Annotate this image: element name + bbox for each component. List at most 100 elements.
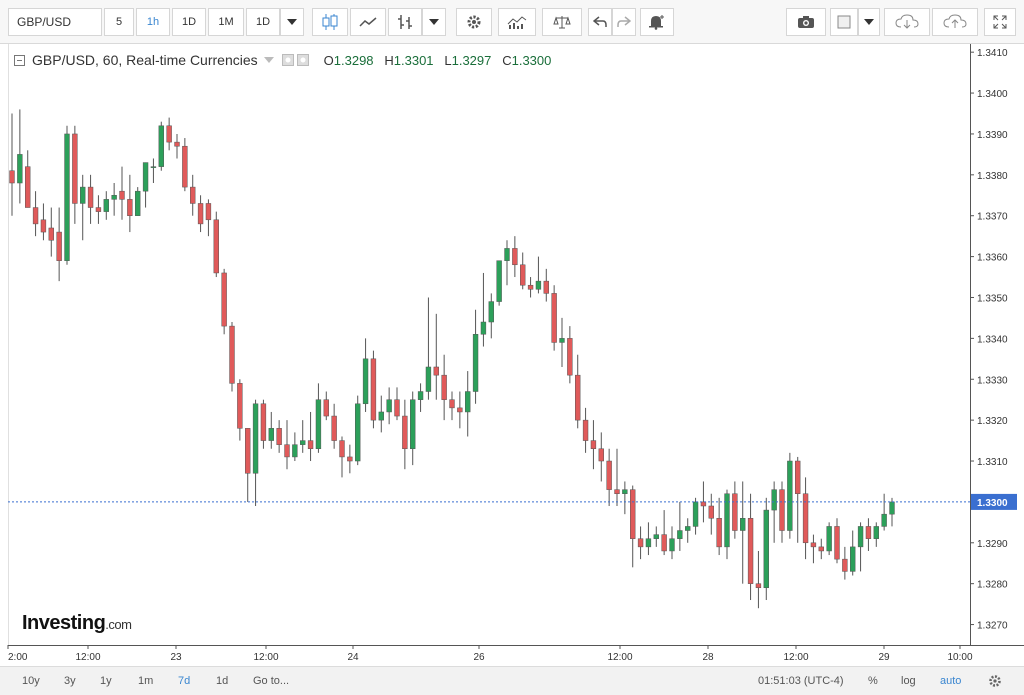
line-style-button[interactable] [350,8,386,36]
bars-style-button[interactable] [388,8,422,36]
candle-body [315,399,322,450]
interval-dropdown-button[interactable] [280,8,304,36]
candle-body [551,293,557,343]
interval-1m-button[interactable]: 1M [208,8,244,36]
range-1y-button[interactable]: 1y [100,675,112,687]
candle-body [284,444,290,458]
candle-body [559,338,565,343]
candle-body [142,162,149,192]
candle-body [127,199,133,216]
candle-body [771,489,777,511]
goto-button[interactable]: Go to... [253,675,289,687]
y-tick-label: 1.3280 [977,580,1008,591]
last-price-label: 1.3300 [977,498,1008,509]
alert-button[interactable] [640,8,674,36]
close-value: 1.3300 [511,52,552,68]
candle-body [80,186,86,204]
candle-body [889,501,895,515]
candle-body [881,513,887,527]
candle-body [488,301,494,323]
range-10y-button[interactable]: 10y [22,675,40,687]
settings-button[interactable] [456,8,492,36]
top-toolbar: GBP/USD 5 1h 1D 1M 1D [0,0,1024,44]
redo-button[interactable] [612,8,636,36]
candle-body [355,403,361,462]
percent-toggle[interactable]: % [868,675,878,687]
square-icon [837,15,851,29]
snapshot-button[interactable] [786,8,826,36]
candle-body [95,207,102,212]
candle-body [504,248,510,261]
candle-body [590,440,597,450]
y-tick-label: 1.3370 [977,212,1008,223]
interval-label: 1D [181,16,197,28]
candlestick-chart[interactable]: 1.3270 1.3280 1.3290 1.3300 1.3310 1.3320 1.33… [0,44,1024,666]
candle-body [622,489,628,494]
candle-body [260,403,267,441]
load-chart-button[interactable] [884,8,930,36]
candle-body [496,260,502,302]
auto-toggle[interactable]: auto [940,675,961,687]
candle-body [237,383,243,429]
indicators-button[interactable] [498,8,536,36]
style-dropdown-button[interactable] [422,8,446,36]
log-toggle[interactable]: log [901,675,916,687]
candle-body [268,428,274,441]
interval-1d-button[interactable]: 1D [172,8,206,36]
layout-button[interactable] [830,8,858,36]
candle-body [637,538,644,548]
candle-body [669,538,675,552]
gear-icon[interactable] [988,674,1002,688]
candle-body [119,190,125,200]
range-1d-button[interactable]: 1d [216,675,228,687]
y-tick-label: 1.3290 [977,539,1008,550]
interval-1h-button[interactable]: 1h [136,8,170,36]
chevron-down-icon[interactable] [263,57,274,63]
candle-body [48,227,54,241]
interval-custom-button[interactable]: 1D [246,8,280,36]
interval-5-button[interactable]: 5 [104,8,134,36]
undo-icon [593,16,607,27]
undo-button[interactable] [588,8,612,36]
chart-area[interactable]: 1.3270 1.3280 1.3290 1.3300 1.3310 1.3320 1.33… [0,44,1024,666]
range-7d-button[interactable]: 7d [178,675,190,687]
camera-icon [798,16,814,28]
candle-body [842,558,848,572]
candle-body [865,526,872,539]
candle-body [292,444,298,458]
candle-body [229,325,235,384]
candle-body [810,542,817,548]
save-chart-button[interactable] [932,8,978,36]
high-value: 1.3301 [393,52,434,68]
range-3y-button[interactable]: 3y [64,675,76,687]
chevron-down-icon [864,19,874,25]
candle-body [386,399,392,413]
interval-label: 1h [146,16,160,28]
candle-body [378,411,384,421]
candles-style-button[interactable] [312,8,348,36]
fullscreen-button[interactable] [984,8,1016,36]
layout-dropdown-button[interactable] [858,8,880,36]
candle-body [40,219,47,233]
candle-body [17,154,23,184]
compare-button[interactable] [542,8,582,36]
visibility-icons[interactable] [281,54,310,66]
candle-body [716,518,722,548]
candle-body [339,440,345,458]
candle-body [857,526,864,548]
x-tick-label: 10:00 [947,652,972,663]
candle-body [795,460,801,494]
y-tick-label: 1.3340 [977,334,1008,345]
symbol-search-input[interactable]: GBP/USD [8,8,102,36]
ohlc-bars-icon [398,15,412,29]
range-1m-button[interactable]: 1m [138,675,153,687]
y-tick-label: 1.3310 [977,457,1008,468]
collapse-square-icon[interactable] [14,54,25,66]
candle-body [598,448,604,462]
clock-display: 01:51:03 (UTC-4) [758,675,844,687]
candle-body [87,186,94,208]
candle-body [252,403,259,474]
low-value: 1.3297 [451,52,492,68]
chart-legend: GBP/USD, 60, Real-time Currencies O1.329… [14,52,551,68]
candle-body [197,203,204,225]
